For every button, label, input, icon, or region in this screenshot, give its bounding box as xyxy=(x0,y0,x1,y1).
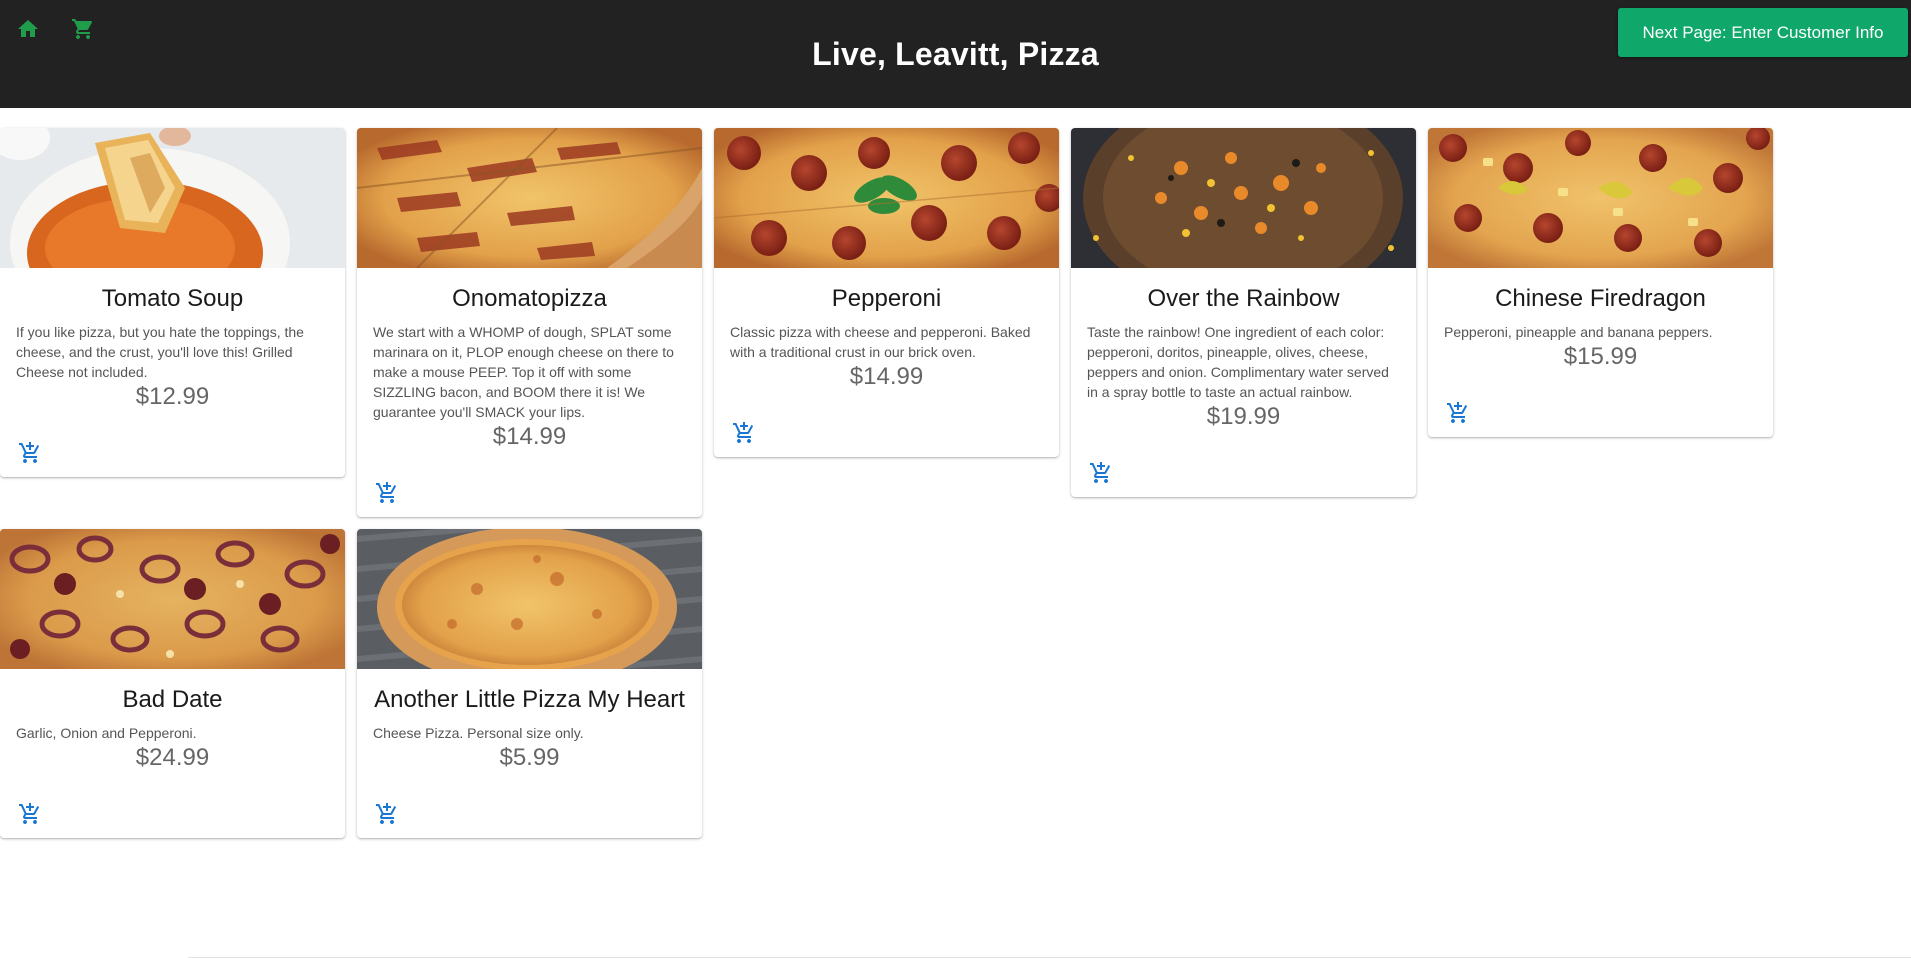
menu-grid: Tomato Soup If you like pizza, but you h… xyxy=(0,128,1780,838)
item-title: Chinese Firedragon xyxy=(1495,285,1706,312)
add-to-cart-icon xyxy=(1447,402,1468,423)
add-to-cart-button[interactable] xyxy=(1083,455,1119,491)
bad-date-image xyxy=(0,529,345,669)
item-price: $19.99 xyxy=(1206,403,1281,430)
add-to-cart-button[interactable] xyxy=(12,435,48,471)
item-title: Pepperoni xyxy=(831,285,942,312)
item-title: Tomato Soup xyxy=(101,285,244,312)
tomato-soup-image xyxy=(0,128,345,268)
menu-card-bad-date: Bad Date Garlic, Onion and Pepperoni. $2… xyxy=(0,529,345,838)
add-to-cart-button[interactable] xyxy=(12,796,48,832)
menu-card-another-little-pizza-my-heart: Another Little Pizza My Heart Cheese Piz… xyxy=(357,529,702,838)
menu-card-onomatopizza: Onomatopizza We start with a WHOMP of do… xyxy=(357,128,702,517)
next-page-button[interactable]: Next Page: Enter Customer Info xyxy=(1618,8,1908,57)
over-the-rainbow-image xyxy=(1071,128,1416,268)
item-price: $12.99 xyxy=(135,383,210,410)
item-description: Taste the rainbow! One ingredient of eac… xyxy=(1087,324,1389,400)
item-title: Bad Date xyxy=(122,686,223,713)
add-to-cart-button[interactable] xyxy=(369,475,405,511)
item-price: $14.99 xyxy=(492,423,567,450)
add-to-cart-icon xyxy=(19,803,40,824)
item-price: $24.99 xyxy=(135,744,210,771)
item-description: Classic pizza with cheese and pepperoni.… xyxy=(730,324,1031,360)
item-title: Over the Rainbow xyxy=(1147,285,1340,312)
item-price: $14.99 xyxy=(849,363,924,390)
cheese-pizza-image xyxy=(357,529,702,669)
menu-card-over-the-rainbow: Over the Rainbow Taste the rainbow! One … xyxy=(1071,128,1416,497)
item-description: If you like pizza, but you hate the topp… xyxy=(16,324,304,380)
chinese-firedragon-image xyxy=(1428,128,1773,268)
add-to-cart-icon xyxy=(1090,462,1111,483)
add-to-cart-icon xyxy=(19,442,40,463)
add-to-cart-icon xyxy=(733,422,754,443)
menu-card-tomato-soup: Tomato Soup If you like pizza, but you h… xyxy=(0,128,345,477)
menu-card-chinese-firedragon: Chinese Firedragon Pepperoni, pineapple … xyxy=(1428,128,1773,437)
item-description: Cheese Pizza. Personal size only. xyxy=(373,725,584,741)
add-to-cart-icon xyxy=(376,482,397,503)
add-to-cart-button[interactable] xyxy=(726,415,762,451)
menu-card-pepperoni: Pepperoni Classic pizza with cheese and … xyxy=(714,128,1059,457)
item-title: Another Little Pizza My Heart xyxy=(374,686,685,713)
item-title: Onomatopizza xyxy=(452,285,607,312)
onomatopizza-image xyxy=(357,128,702,268)
item-price: $15.99 xyxy=(1563,343,1638,370)
item-description: Garlic, Onion and Pepperoni. xyxy=(16,725,197,741)
add-to-cart-button[interactable] xyxy=(1440,395,1476,431)
app-header: Live, Leavitt, Pizza Next Page: Enter Cu… xyxy=(0,0,1911,108)
item-price: $5.99 xyxy=(499,744,560,771)
pepperoni-image xyxy=(714,128,1059,268)
item-description: Pepperoni, pineapple and banana peppers. xyxy=(1444,324,1713,340)
add-to-cart-icon xyxy=(376,803,397,824)
item-description: We start with a WHOMP of dough, SPLAT so… xyxy=(373,324,674,420)
add-to-cart-button[interactable] xyxy=(369,796,405,832)
